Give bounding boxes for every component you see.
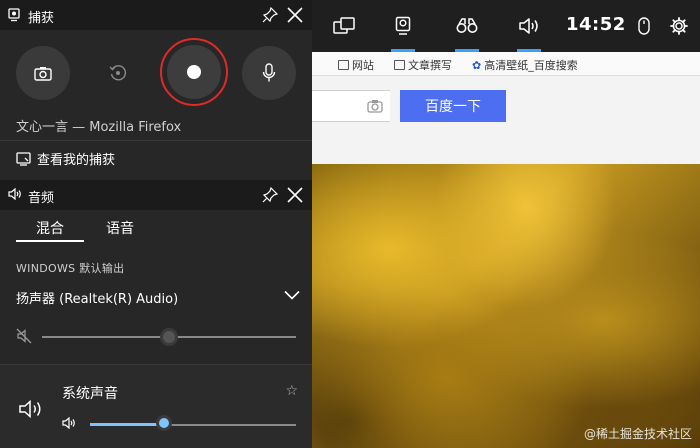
divider: [0, 140, 312, 141]
mouse-button[interactable]: [630, 0, 658, 52]
camera-icon: [34, 66, 52, 81]
background-browser-window: 网站 文章撰写 ✿ 高清壁纸_百度搜索 百度一下: [310, 52, 700, 164]
gallery-icon: [16, 151, 31, 166]
replay-icon: [109, 65, 127, 81]
pin-icon[interactable]: [262, 7, 278, 23]
output-device-value: 扬声器 (Realtek(R) Audio): [16, 292, 179, 307]
chevron-down-icon: [284, 290, 300, 300]
capture-icon: [395, 16, 411, 35]
microphone-icon: [262, 63, 276, 82]
app-speaker-icon[interactable]: [62, 417, 77, 429]
bookmarks-bar: 网站 文章撰写 ✿ 高清壁纸_百度搜索: [310, 52, 700, 76]
capture-title: 捕获: [28, 11, 55, 26]
start-recording-button[interactable]: [160, 38, 228, 106]
see-my-captures-link[interactable]: 查看我的捕获: [16, 149, 115, 168]
bookmark-item[interactable]: 网站: [338, 57, 374, 73]
record-dot-icon: [187, 65, 201, 79]
performance-icon: [456, 18, 478, 33]
settings-button[interactable]: [664, 0, 694, 52]
close-icon[interactable]: [286, 186, 304, 204]
mouse-icon: [638, 17, 650, 35]
bookmark-item[interactable]: ✿ 高清壁纸_百度搜索: [472, 57, 578, 73]
clock: 14:52: [566, 14, 626, 35]
capture-small-icon: [8, 8, 20, 22]
app-volume-thumb[interactable]: [156, 415, 173, 431]
audio-titlebar[interactable]: 音频: [0, 180, 312, 210]
master-volume-thumb[interactable]: [160, 328, 178, 346]
audio-title: 音频: [28, 191, 55, 206]
record-last-30s-button[interactable]: [91, 46, 145, 100]
widget-menu-icon: [333, 17, 355, 34]
star-icon[interactable]: ☆: [285, 383, 298, 399]
active-tab-indicator: [16, 240, 84, 242]
default-output-label: WINDOWS 默认输出: [16, 262, 125, 275]
search-input[interactable]: [310, 90, 390, 122]
output-device-select[interactable]: 扬声器 (Realtek(R) Audio): [16, 288, 300, 310]
capture-widget: 捕获 文心一言 — Mozilla Firefox 查看我的捕获: [0, 0, 312, 180]
screenshot-button[interactable]: [16, 46, 70, 100]
capture-widget-button[interactable]: [382, 0, 424, 52]
capture-titlebar[interactable]: 捕获: [0, 0, 312, 30]
tab-voice[interactable]: 语音: [106, 218, 134, 238]
app-name: 系统声音: [62, 386, 118, 402]
audio-icon: [519, 18, 538, 34]
app-volume-fill: [90, 423, 165, 426]
watermark: @稀土掘金技术社区: [583, 427, 692, 441]
performance-widget-button[interactable]: [446, 0, 488, 52]
close-icon[interactable]: [286, 6, 304, 24]
search-button[interactable]: 百度一下: [400, 90, 506, 122]
folder-icon: [338, 60, 349, 70]
bookmark-item[interactable]: 文章撰写: [394, 57, 452, 73]
tab-mix[interactable]: 混合: [36, 218, 64, 238]
speaker-muted-icon[interactable]: [16, 328, 32, 344]
folder-icon: [394, 60, 405, 70]
baidu-paw-icon: ✿: [472, 58, 482, 72]
system-sounds-icon: [19, 399, 41, 419]
app-volume-row: 系统声音 ☆: [0, 364, 312, 448]
audio-tabs: 混合 语音: [0, 210, 312, 244]
camera-search-icon[interactable]: [367, 99, 383, 113]
desktop-wallpaper: @稀土掘金技术社区: [312, 164, 700, 448]
game-bar-top: 14:52: [312, 0, 700, 52]
audio-widget: 音频 混合 语音 WINDOWS 默认输出 扬声器 (Realtek(R) Au…: [0, 180, 312, 448]
audio-widget-button[interactable]: [508, 0, 550, 52]
pin-icon[interactable]: [262, 187, 278, 203]
audio-small-icon: [8, 188, 21, 200]
settings-icon: [670, 17, 688, 35]
microphone-toggle-button[interactable]: [242, 46, 296, 100]
widget-menu-button[interactable]: [324, 0, 364, 52]
capture-target-app: 文心一言 — Mozilla Firefox: [16, 120, 182, 135]
